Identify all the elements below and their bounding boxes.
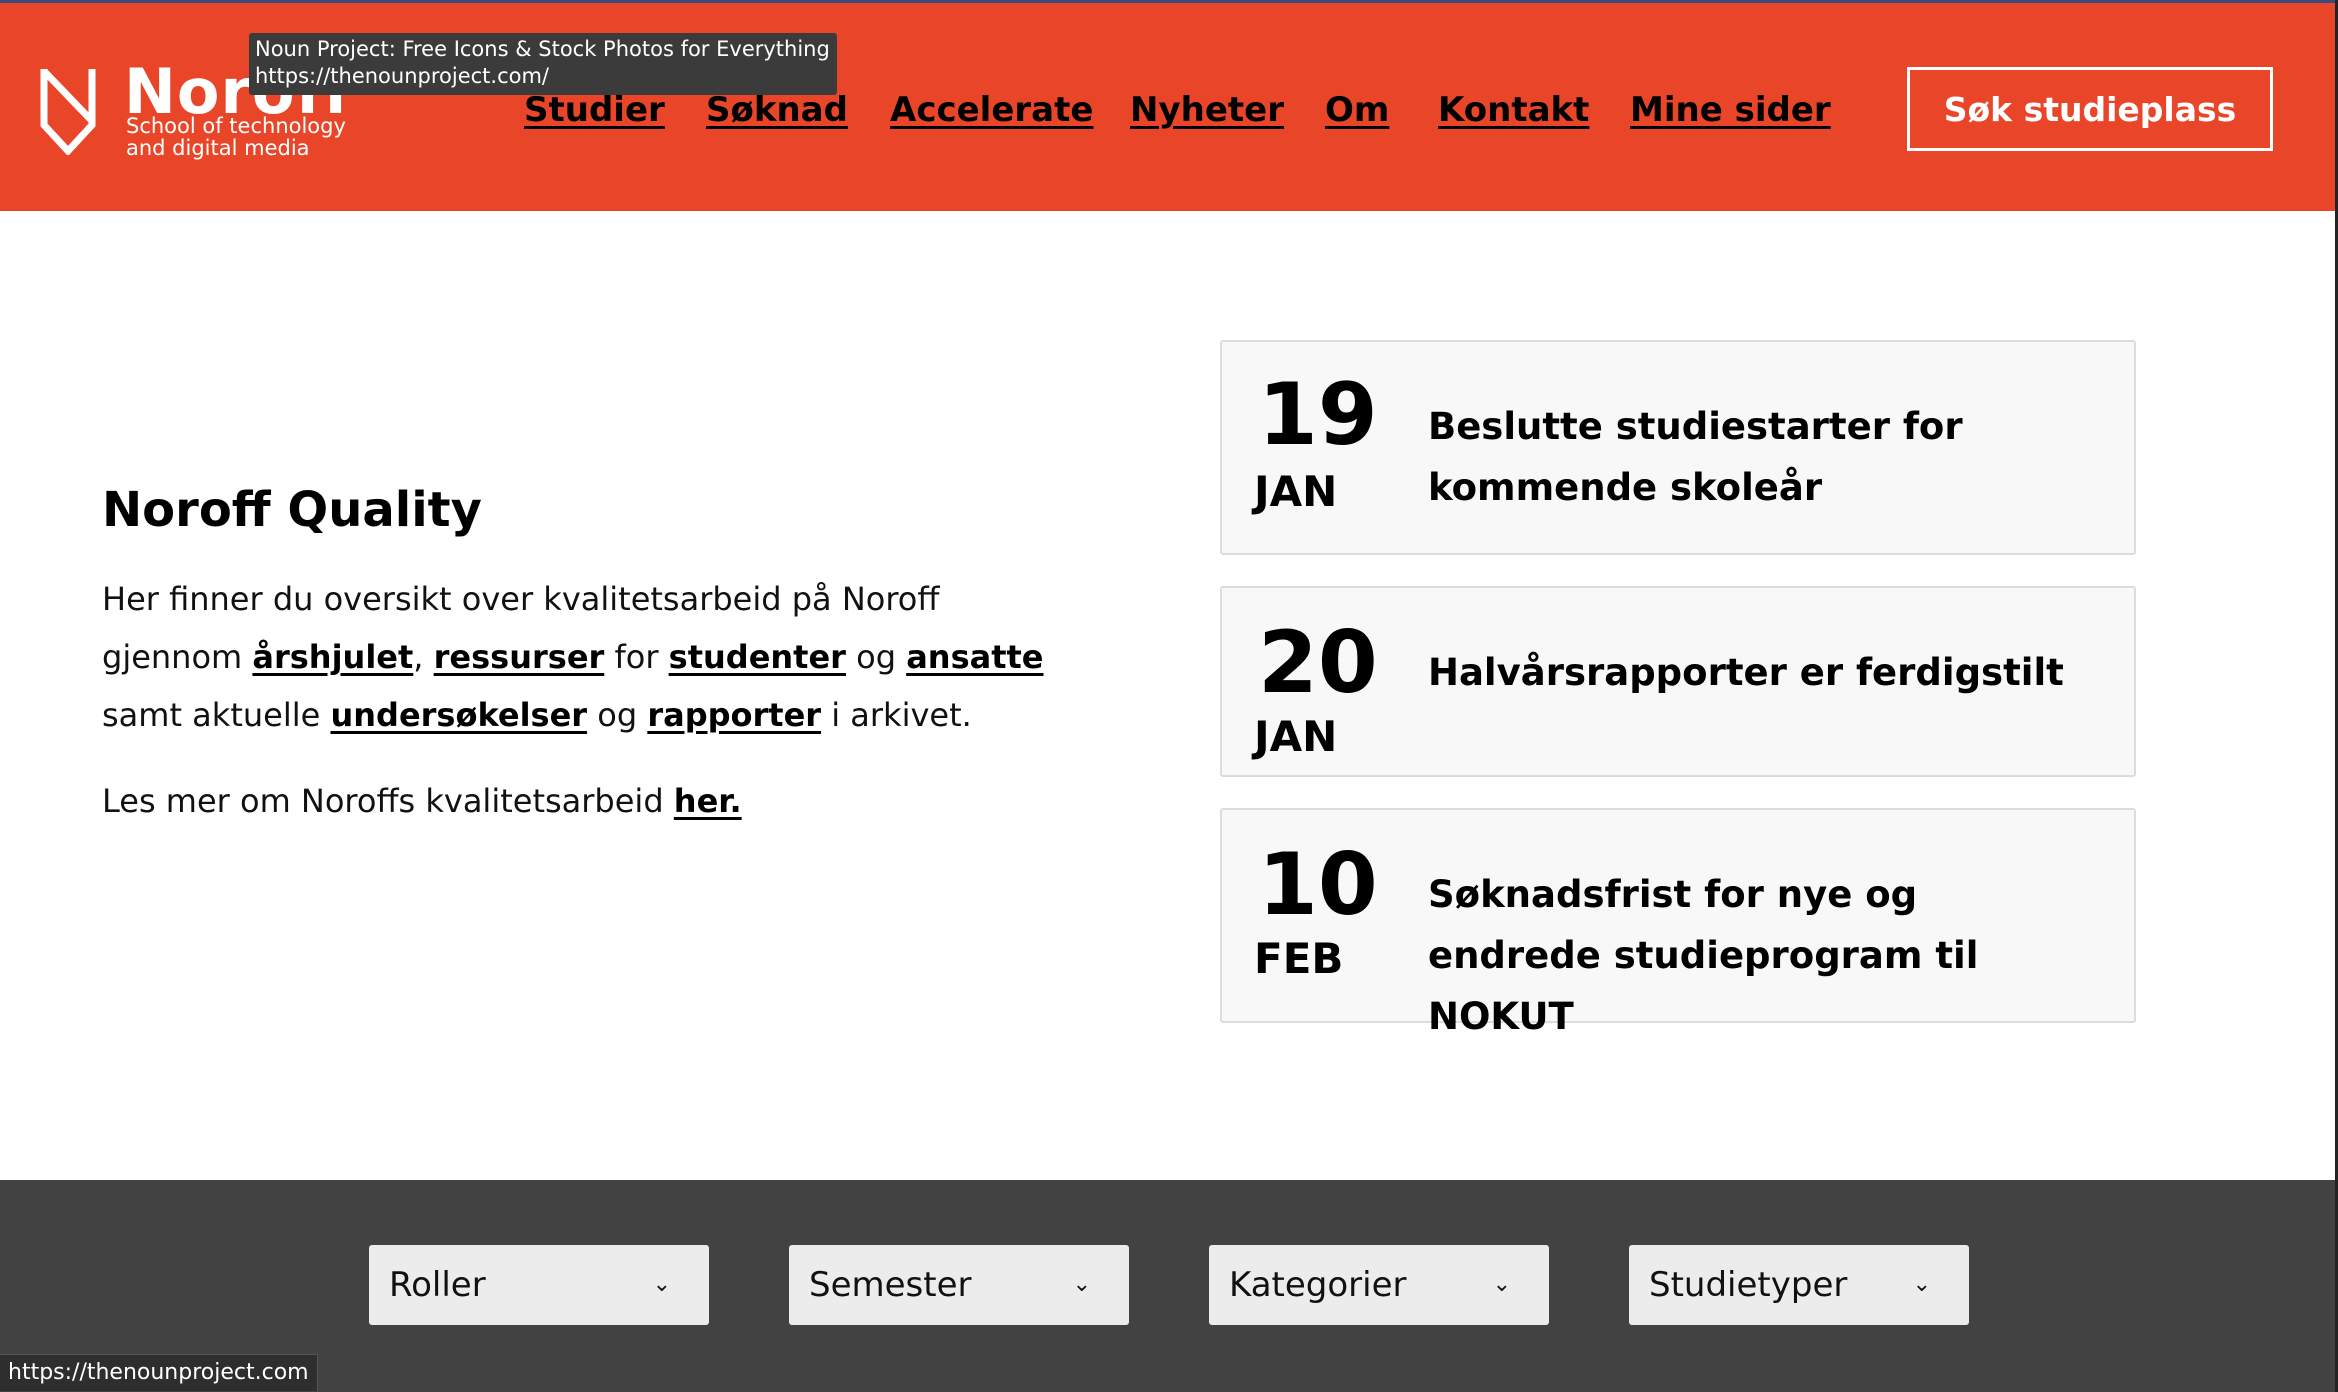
link-undersokelser[interactable]: undersøkelser bbox=[330, 696, 587, 734]
event-day: 19 bbox=[1258, 365, 1378, 465]
nav-nyheter[interactable]: Nyheter bbox=[1130, 85, 1284, 135]
chevron-down-icon: ⌄ bbox=[1492, 1272, 1511, 1297]
tooltip-url: https://thenounproject.com/ bbox=[255, 64, 549, 88]
event-card[interactable]: 19 JAN Beslutte studiestarter for kommen… bbox=[1220, 340, 2136, 555]
text-fragment: Les mer om Noroffs kvalitetsarbeid bbox=[102, 782, 674, 820]
event-day: 20 bbox=[1258, 613, 1378, 713]
noroff-logo-icon bbox=[40, 68, 96, 155]
event-month: JAN bbox=[1254, 467, 1338, 516]
apply-button[interactable]: Søk studieplass bbox=[1907, 67, 2273, 151]
status-bar-url: https://thenounproject.com bbox=[0, 1354, 318, 1391]
filter-kategorier[interactable]: Kategorier ⌄ bbox=[1209, 1245, 1549, 1325]
intro-section: Noroff Quality Her finner du oversikt ov… bbox=[102, 480, 1062, 830]
text-fragment: , bbox=[413, 638, 434, 676]
event-title: Halvårsrapporter er ferdigstilt bbox=[1428, 651, 2064, 694]
read-more-paragraph: Les mer om Noroffs kvalitetsarbeid her. bbox=[102, 772, 1062, 830]
event-title: Beslutte studiestarter for kommende skol… bbox=[1428, 405, 1963, 509]
link-arshjulet[interactable]: årshjulet bbox=[252, 638, 413, 676]
event-day: 10 bbox=[1258, 835, 1378, 935]
filter-label: Semester bbox=[809, 1265, 972, 1305]
filter-bar: Roller ⌄ Semester ⌄ Kategorier ⌄ Studiet… bbox=[0, 1180, 2338, 1392]
intro-paragraph: Her finner du oversikt over kvalitetsarb… bbox=[102, 570, 1062, 744]
nav-om[interactable]: Om bbox=[1325, 85, 1389, 135]
link-her[interactable]: her. bbox=[674, 782, 742, 820]
chevron-down-icon: ⌄ bbox=[1912, 1272, 1931, 1297]
link-tooltip: Noun Project: Free Icons & Stock Photos … bbox=[249, 33, 837, 95]
nav-kontakt[interactable]: Kontakt bbox=[1438, 85, 1589, 135]
text-fragment: i arkivet. bbox=[821, 696, 972, 734]
event-month: JAN bbox=[1254, 712, 1338, 761]
nav-mine-sider[interactable]: Mine sider bbox=[1630, 85, 1831, 135]
filter-studietyper[interactable]: Studietyper ⌄ bbox=[1629, 1245, 1969, 1325]
text-fragment: for bbox=[604, 638, 669, 676]
link-rapporter[interactable]: rapporter bbox=[647, 696, 821, 734]
filter-label: Studietyper bbox=[1649, 1265, 1848, 1305]
filter-semester[interactable]: Semester ⌄ bbox=[789, 1245, 1129, 1325]
filter-label: Kategorier bbox=[1229, 1265, 1407, 1305]
link-studenter[interactable]: studenter bbox=[669, 638, 846, 676]
link-ressurser[interactable]: ressurser bbox=[434, 638, 605, 676]
chevron-down-icon: ⌄ bbox=[1072, 1272, 1091, 1297]
event-card[interactable]: 10 FEB Søknadsfrist for nye og endrede s… bbox=[1220, 808, 2136, 1038]
tooltip-title: Noun Project: Free Icons & Stock Photos … bbox=[255, 37, 830, 61]
page-title: Noroff Quality bbox=[102, 482, 482, 538]
event-month: FEB bbox=[1254, 934, 1344, 983]
event-card[interactable]: 20 JAN Halvårsrapporter er ferdigstilt bbox=[1220, 586, 2136, 777]
link-ansatte[interactable]: ansatte bbox=[906, 638, 1043, 676]
text-fragment: og bbox=[845, 638, 907, 676]
nav-accelerate[interactable]: Accelerate bbox=[890, 85, 1093, 135]
event-title: Søknadsfrist for nye og endrede studiepr… bbox=[1428, 873, 1979, 1038]
logo-tagline: School of technology and digital media bbox=[126, 114, 346, 160]
chevron-down-icon: ⌄ bbox=[652, 1272, 671, 1297]
text-fragment: og bbox=[587, 696, 648, 734]
filter-label: Roller bbox=[389, 1265, 486, 1305]
text-fragment: samt aktuelle bbox=[102, 696, 331, 734]
filter-roller[interactable]: Roller ⌄ bbox=[369, 1245, 709, 1325]
